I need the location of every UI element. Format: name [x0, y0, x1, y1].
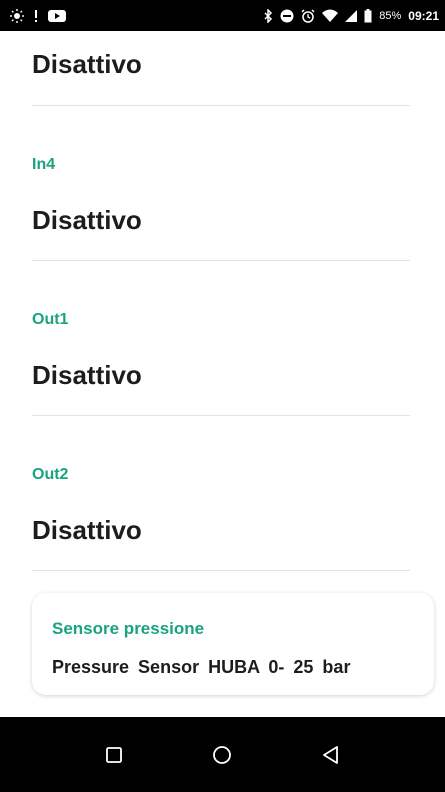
list-item-out2[interactable]: Out2 Disattivo: [32, 416, 410, 571]
battery-percentage: 85%: [379, 9, 402, 22]
youtube-icon: [48, 9, 66, 23]
recent-apps-button[interactable]: [94, 735, 134, 775]
battery-icon: [364, 8, 372, 23]
card-value: Pressure Sensor HUBA 0- 25 bar: [52, 657, 351, 677]
wifi-icon: [322, 9, 339, 23]
list-item[interactable]: Disattivo: [32, 31, 410, 106]
signal-icon: [345, 9, 358, 23]
back-button[interactable]: [311, 735, 351, 775]
list-item-out1[interactable]: Out1 Disattivo: [32, 261, 410, 416]
list-item-in4[interactable]: In4 Disattivo: [32, 106, 410, 261]
item-value: Disattivo: [32, 360, 142, 390]
navigation-bar: [0, 717, 445, 792]
alert-icon: [33, 9, 39, 23]
alarm-icon: [301, 8, 315, 23]
pressure-sensor-card[interactable]: Sensore pressione Pressure Sensor HUBA 0…: [32, 593, 434, 695]
home-button[interactable]: [202, 735, 242, 775]
do-not-disturb-icon: [280, 9, 294, 23]
item-value: Disattivo: [32, 205, 142, 235]
clock: 09:21: [408, 8, 439, 23]
item-label: Out1: [32, 311, 69, 328]
bluetooth-icon: [263, 8, 273, 23]
item-label: Out2: [32, 466, 69, 483]
recent-apps-icon: [106, 746, 123, 763]
home-icon: [213, 745, 232, 764]
card-label: Sensore pressione: [52, 619, 205, 638]
brightness-icon: [10, 8, 24, 23]
item-value: Disattivo: [32, 515, 142, 545]
item-label: In4: [32, 156, 56, 173]
status-bar: 85% 09:21: [0, 0, 445, 31]
back-icon: [322, 745, 338, 764]
item-value: Disattivo: [32, 49, 142, 79]
